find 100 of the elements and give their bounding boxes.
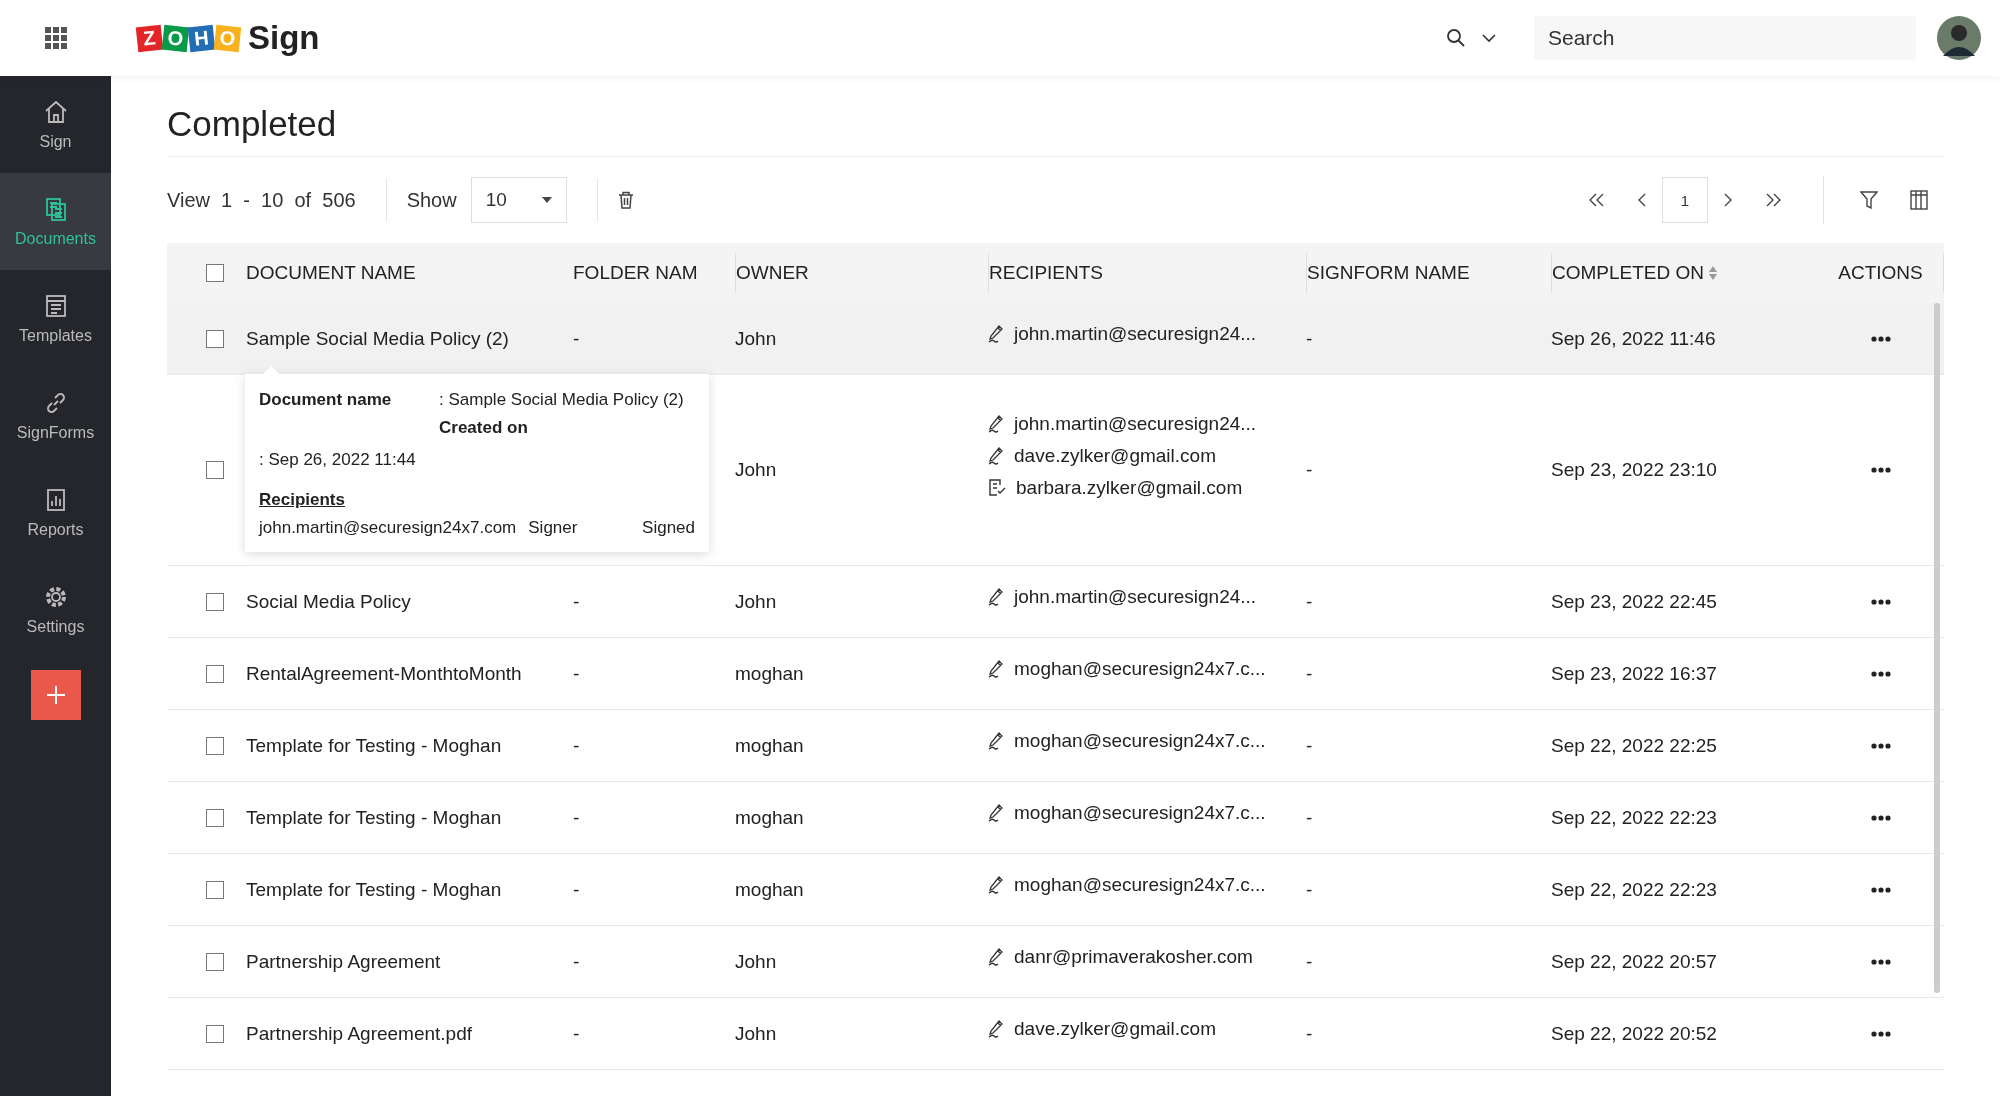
sidebar-item[interactable]: Documents xyxy=(0,173,111,270)
pen-icon xyxy=(988,803,1004,822)
completed-date: Sep 23, 2022 16:37 xyxy=(1551,662,1717,684)
owner-name: moghan xyxy=(735,734,804,756)
tooltip-recipient-status: Signed xyxy=(642,518,695,538)
folder-name: - xyxy=(573,806,580,828)
search-icon[interactable] xyxy=(1446,28,1466,48)
pen-icon xyxy=(988,324,1004,343)
sidebar-item[interactable]: Sign xyxy=(0,76,111,173)
product-name: Sign xyxy=(248,19,320,57)
recipient-email: barbara.zylker@gmail.com xyxy=(1016,477,1243,499)
tooltip-value: : Sep 26, 2022 11:44 xyxy=(259,450,417,470)
pen-icon xyxy=(988,659,1004,678)
select-all-checkbox[interactable] xyxy=(205,264,224,282)
sidebar-item[interactable]: SignForms xyxy=(0,367,111,464)
completed-date: Sep 22, 2022 20:57 xyxy=(1551,950,1717,972)
recipient-email: moghan@securesign24x7.c... xyxy=(1014,657,1266,680)
recipient-email: dave.zylker@gmail.com xyxy=(1014,1017,1216,1040)
scrollbar[interactable] xyxy=(1934,303,1940,993)
row-checkbox[interactable] xyxy=(205,880,224,899)
next-page-icon[interactable] xyxy=(1724,193,1733,207)
row-checkbox[interactable] xyxy=(205,329,224,348)
column-header[interactable]: FOLDER NAM xyxy=(573,262,698,284)
signform-name: - xyxy=(1306,590,1313,612)
folder-name: - xyxy=(573,950,580,972)
completed-date: Sep 22, 2022 22:23 xyxy=(1551,878,1717,900)
recipient-email: john.martin@securesign24... xyxy=(1014,413,1257,435)
tooltip-recipient-email: john.martin@securesign24x7.com xyxy=(259,518,517,538)
signform-name: - xyxy=(1306,950,1313,972)
column-header[interactable]: COMPLETED ON xyxy=(1552,262,1705,284)
pen-icon xyxy=(988,447,1004,465)
last-page-icon[interactable] xyxy=(1765,193,1781,207)
previous-page-icon[interactable] xyxy=(1637,193,1646,207)
recipient-email: danr@primaverakosher.com xyxy=(1014,945,1253,968)
document-name[interactable]: Sample Social Media Policy (2) xyxy=(246,327,509,349)
sidebar-item[interactable]: Settings xyxy=(0,561,111,658)
folder-name: - xyxy=(573,1022,580,1044)
row-checkbox[interactable] xyxy=(205,808,224,827)
tooltip-label: Created on xyxy=(439,418,529,438)
more-icon[interactable] xyxy=(1871,886,1891,893)
column-header[interactable]: ACTIONS xyxy=(1838,262,1923,284)
chevron-down-icon[interactable] xyxy=(1482,33,1496,43)
more-icon[interactable] xyxy=(1871,335,1891,342)
completed-date: Sep 22, 2022 20:52 xyxy=(1551,1022,1717,1044)
page-size-dropdown[interactable]: 10 xyxy=(470,177,567,223)
recipient-email: moghan@securesign24x7.c... xyxy=(1014,729,1266,752)
pen-icon xyxy=(988,875,1004,894)
document-name[interactable]: Template for Testing - Moghan xyxy=(246,734,502,756)
column-header[interactable]: DOCUMENT NAME xyxy=(246,262,416,284)
more-icon[interactable] xyxy=(1871,670,1891,677)
row-checkbox[interactable] xyxy=(205,461,224,479)
row-checkbox[interactable] xyxy=(205,664,224,683)
folder-name: - xyxy=(573,327,580,349)
sort-icon[interactable] xyxy=(1708,265,1719,281)
app-grid-icon[interactable] xyxy=(44,27,67,49)
column-header[interactable]: OWNER xyxy=(736,262,809,284)
page-number-field[interactable]: 1 xyxy=(1662,177,1708,223)
more-icon[interactable] xyxy=(1871,814,1891,821)
show-label: Show xyxy=(406,188,457,212)
document-name[interactable]: Template for Testing - Moghan xyxy=(246,878,502,900)
signform-name: - xyxy=(1306,662,1313,684)
row-checkbox[interactable] xyxy=(205,736,224,755)
owner-name: John xyxy=(735,950,777,972)
more-icon[interactable] xyxy=(1871,1030,1891,1037)
sidebar-item[interactable]: Reports xyxy=(0,464,111,561)
owner-name: John xyxy=(735,590,777,612)
page-title: Completed xyxy=(167,104,338,144)
document-name[interactable]: Template for Testing - Moghan xyxy=(246,806,502,828)
document-name[interactable]: RentalAgreement-MonthtoMonth xyxy=(246,662,522,684)
search-field[interactable]: Search xyxy=(1534,16,1916,60)
more-icon[interactable] xyxy=(1871,467,1891,473)
add-button[interactable] xyxy=(30,670,81,720)
document-name[interactable]: Partnership Agreement.pdf xyxy=(246,1022,473,1044)
document-name[interactable]: Partnership Agreement xyxy=(246,950,441,972)
completed-date: Sep 23, 2022 22:45 xyxy=(1551,590,1717,612)
more-icon[interactable] xyxy=(1871,742,1891,749)
owner-name: John xyxy=(735,327,777,349)
completed-date: Sep 22, 2022 22:25 xyxy=(1551,734,1717,756)
column-header[interactable]: SIGNFORM NAME xyxy=(1307,262,1470,284)
tooltip-heading: Recipients xyxy=(259,490,345,510)
row-checkbox[interactable] xyxy=(205,1024,224,1043)
signform-name: - xyxy=(1306,806,1313,828)
owner-name: moghan xyxy=(735,806,804,828)
record-count: View 1 - 10 of 506 xyxy=(167,188,356,212)
signform-name: - xyxy=(1306,1022,1313,1044)
columns-icon[interactable] xyxy=(1910,190,1928,210)
more-icon[interactable] xyxy=(1871,598,1891,605)
sidebar-item[interactable]: Templates xyxy=(0,270,111,367)
document-name[interactable]: Social Media Policy xyxy=(246,590,411,612)
row-checkbox[interactable] xyxy=(205,952,224,971)
first-page-icon[interactable] xyxy=(1589,193,1605,207)
folder-name: - xyxy=(573,878,580,900)
column-header[interactable]: RECIPIENTS xyxy=(989,262,1104,284)
pen-icon xyxy=(988,415,1004,433)
tooltip-label: Document name xyxy=(259,390,393,410)
avatar[interactable] xyxy=(1937,16,1981,60)
trash-icon[interactable] xyxy=(617,191,634,209)
more-icon[interactable] xyxy=(1871,958,1891,965)
row-checkbox[interactable] xyxy=(205,592,224,611)
filter-icon[interactable] xyxy=(1860,191,1878,209)
